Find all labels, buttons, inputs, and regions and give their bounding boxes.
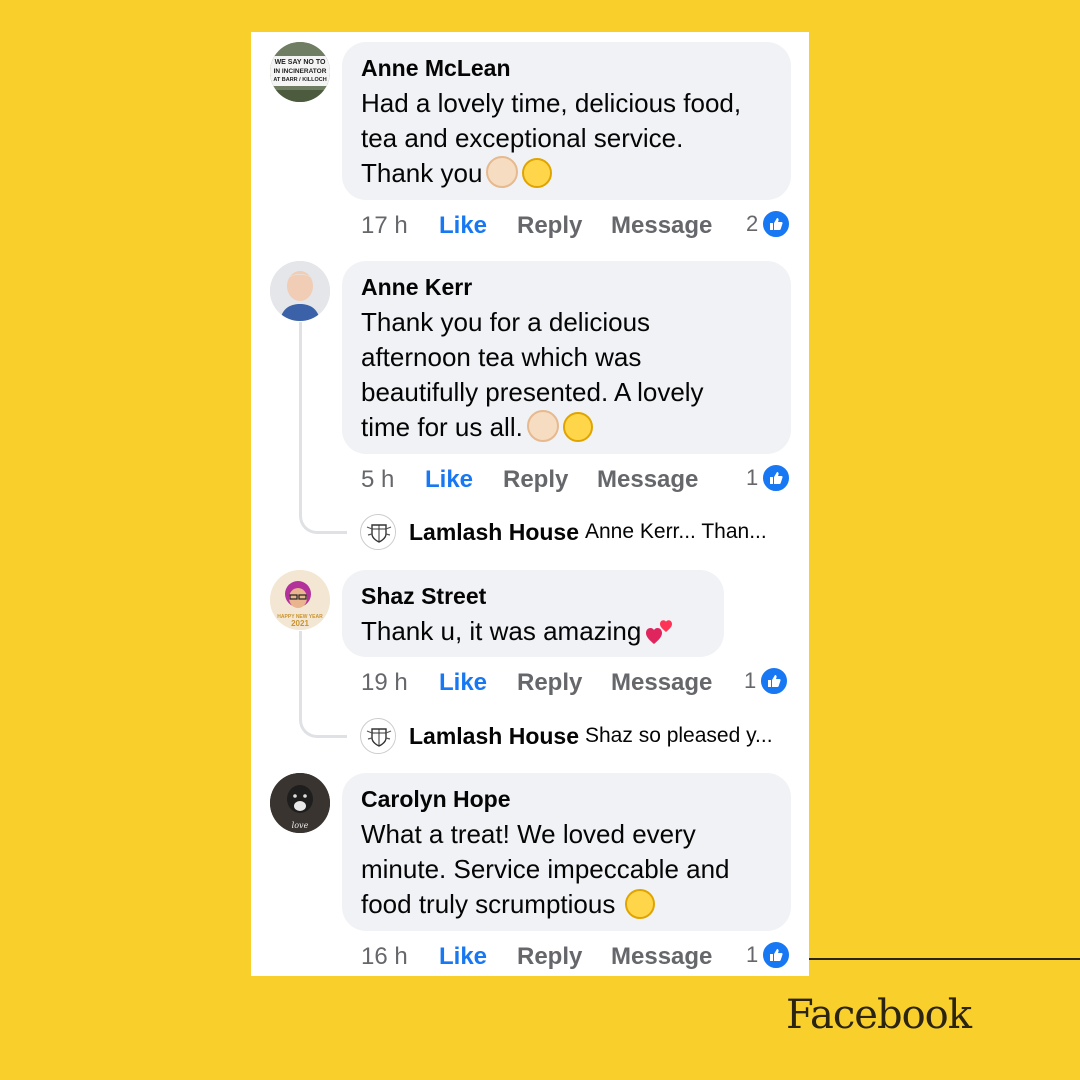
comment-actions: 17 h Like Reply Message — [361, 211, 712, 241]
like-button[interactable]: Like — [439, 669, 517, 697]
avatar-caption: love — [292, 821, 309, 830]
reaction-count[interactable]: 1 — [746, 463, 792, 493]
avatar-shaz-street[interactable]: HAPPY NEW YEAR 2021 — [270, 570, 330, 630]
avatar-banner-line-2: 2021 — [291, 619, 309, 628]
reaction-count-number: 1 — [746, 465, 759, 490]
comment-bubble: Carolyn Hope What a treat! We loved ever… — [342, 773, 791, 931]
comment-author[interactable]: Shaz Street — [361, 582, 704, 610]
comment-author[interactable]: Anne McLean — [361, 54, 771, 82]
reply-preview[interactable]: Lamlash House Shaz so pleased y... — [360, 718, 773, 754]
footer-brand-label: Facebook — [786, 992, 972, 1038]
message-button[interactable]: Message — [611, 669, 712, 697]
like-button[interactable]: Like — [425, 466, 503, 494]
comment-author[interactable]: Carolyn Hope — [361, 785, 771, 813]
comment-time[interactable]: 5 h — [361, 466, 425, 494]
clapping-hands-icon — [526, 410, 559, 442]
comment-time[interactable]: 19 h — [361, 669, 439, 697]
thumbs-up-icon — [759, 666, 790, 696]
like-button[interactable]: Like — [439, 212, 517, 240]
like-button[interactable]: Like — [439, 943, 517, 971]
comment-text: Thank u, it was amazing — [361, 614, 704, 649]
message-button[interactable]: Message — [597, 466, 698, 494]
reaction-count-number: 2 — [746, 211, 759, 236]
avatar-sign-line-2: IN INCINERATOR — [274, 68, 327, 75]
avatar-sign-line-1: WE SAY NO TO — [275, 59, 326, 66]
comment-text: What a treat! We loved every minute. Ser… — [361, 817, 771, 922]
smiling-face-icon — [562, 412, 593, 442]
clapping-hands-icon — [486, 156, 519, 188]
comment-actions: 5 h Like Reply Message — [361, 465, 698, 495]
reply-author[interactable]: Lamlash House — [409, 723, 579, 750]
reply-snippet: Shaz so pleased y... — [585, 724, 773, 747]
avatar-sign-image: WE SAY NO TO IN INCINERATOR AT BARR / KI… — [270, 42, 330, 102]
lamlash-house-avatar — [360, 718, 396, 754]
smiling-face-icon — [625, 889, 656, 919]
thread-line — [299, 631, 347, 738]
two-hearts-icon — [645, 616, 675, 646]
comment-bubble: Shaz Street Thank u, it was amazing — [342, 570, 724, 657]
avatar-anne-kerr[interactable] — [270, 261, 330, 321]
comment-body: What a treat! We loved every minute. Ser… — [361, 819, 730, 919]
reply-button[interactable]: Reply — [517, 669, 611, 697]
avatar-carolyn-hope[interactable]: love — [270, 773, 330, 833]
comment-time[interactable]: 17 h — [361, 212, 439, 240]
comment-bubble: Anne McLean Had a lovely time, delicious… — [342, 42, 791, 200]
thumbs-up-icon — [761, 940, 792, 970]
reply-button[interactable]: Reply — [517, 943, 611, 971]
reply-author[interactable]: Lamlash House — [409, 519, 579, 546]
lamlash-house-avatar — [360, 514, 396, 550]
comment-bubble: Anne Kerr Thank you for a delicious afte… — [342, 261, 791, 454]
avatar-sign-line-3: AT BARR / KILLOCH — [273, 77, 326, 83]
reply-preview[interactable]: Lamlash House Anne Kerr... Than... — [360, 514, 767, 550]
message-button[interactable]: Message — [611, 212, 712, 240]
reply-button[interactable]: Reply — [517, 212, 611, 240]
comment-time[interactable]: 16 h — [361, 943, 439, 971]
comment-text: Had a lovely time, delicious food, tea a… — [361, 86, 771, 191]
comment-text: Thank you for a delicious afternoon tea … — [361, 305, 771, 445]
reply-button[interactable]: Reply — [503, 466, 597, 494]
reaction-count[interactable]: 1 — [744, 666, 790, 696]
grinning-face-icon — [522, 158, 553, 188]
thumbs-up-icon — [761, 463, 792, 493]
avatar-anne-mclean[interactable]: WE SAY NO TO IN INCINERATOR AT BARR / KI… — [270, 42, 330, 102]
reaction-count[interactable]: 1 — [746, 940, 792, 970]
message-button[interactable]: Message — [611, 943, 712, 971]
comment-author[interactable]: Anne Kerr — [361, 273, 771, 301]
thumbs-up-icon — [761, 209, 792, 239]
avatar-cartoon: HAPPY NEW YEAR 2021 — [270, 570, 330, 630]
comment-actions: 19 h Like Reply Message — [361, 668, 712, 698]
avatar-dog-photo: love — [270, 773, 330, 833]
thread-line — [299, 322, 347, 534]
avatar-photo — [270, 261, 330, 321]
comment-body: Thank u, it was amazing — [361, 616, 642, 646]
reaction-count[interactable]: 2 — [746, 209, 792, 239]
footer-divider — [809, 958, 1080, 960]
reply-snippet: Anne Kerr... Than... — [585, 520, 767, 543]
reaction-count-number: 1 — [744, 668, 757, 693]
reaction-count-number: 1 — [746, 942, 759, 967]
comment-actions: 16 h Like Reply Message — [361, 942, 712, 972]
